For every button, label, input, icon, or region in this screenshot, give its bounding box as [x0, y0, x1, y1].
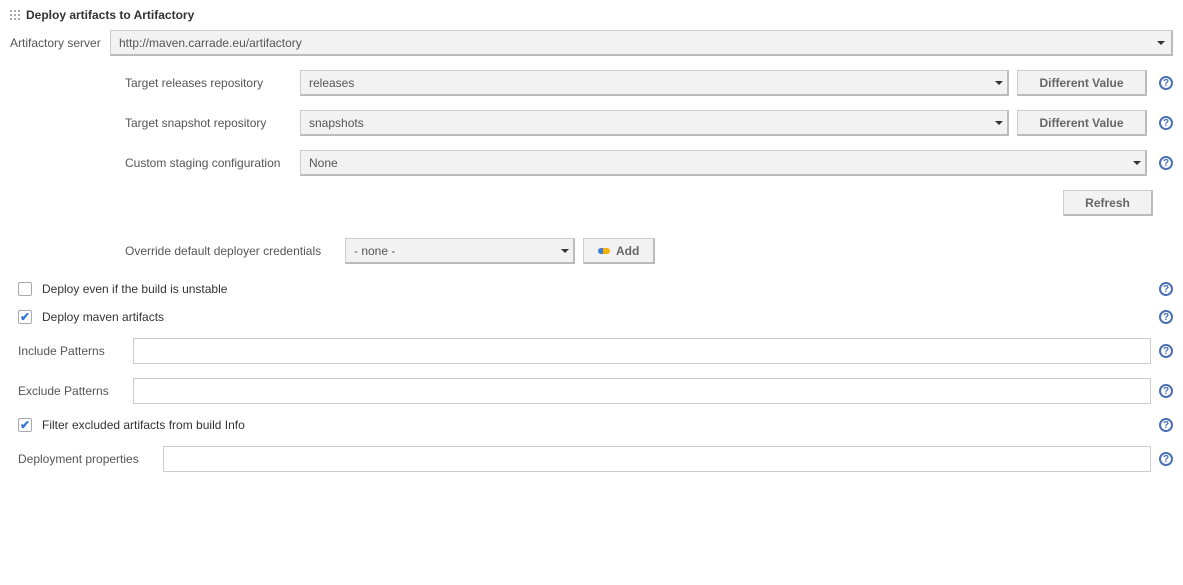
deploy-maven-checkbox[interactable]: [18, 310, 32, 324]
filter-excluded-checkbox[interactable]: [18, 418, 32, 432]
different-value-button-snapshot[interactable]: Different Value: [1017, 110, 1147, 136]
add-credentials-button[interactable]: Add: [583, 238, 655, 264]
help-icon[interactable]: ?: [1159, 418, 1173, 432]
deploy-maven-label: Deploy maven artifacts: [42, 310, 164, 324]
help-icon[interactable]: ?: [1159, 344, 1173, 358]
different-value-button-releases[interactable]: Different Value: [1017, 70, 1147, 96]
target-releases-select[interactable]: releases: [300, 70, 1009, 96]
artifactory-server-select[interactable]: http://maven.carrade.eu/artifactory: [110, 30, 1173, 56]
refresh-button[interactable]: Refresh: [1063, 190, 1153, 216]
section-title: Deploy artifacts to Artifactory: [26, 8, 194, 22]
label-deployment-properties: Deployment properties: [18, 452, 163, 466]
help-icon[interactable]: ?: [1159, 282, 1173, 296]
label-exclude-patterns: Exclude Patterns: [18, 384, 133, 398]
filter-excluded-label: Filter excluded artifacts from build Inf…: [42, 418, 245, 432]
label-target-snapshot: Target snapshot repository: [10, 116, 300, 130]
key-icon: [598, 248, 610, 254]
custom-staging-select[interactable]: None: [300, 150, 1147, 176]
section-header: Deploy artifacts to Artifactory: [10, 8, 1173, 22]
help-icon[interactable]: ?: [1159, 76, 1173, 90]
label-artifactory-server: Artifactory server: [10, 36, 110, 50]
include-patterns-input[interactable]: [133, 338, 1151, 364]
help-icon[interactable]: ?: [1159, 384, 1173, 398]
help-icon[interactable]: ?: [1159, 156, 1173, 170]
deployment-properties-input[interactable]: [163, 446, 1151, 472]
help-icon[interactable]: ?: [1159, 116, 1173, 130]
help-icon[interactable]: ?: [1159, 452, 1173, 466]
deploy-unstable-label: Deploy even if the build is unstable: [42, 282, 227, 296]
label-custom-staging: Custom staging configuration: [10, 156, 300, 170]
credentials-select[interactable]: - none -: [345, 238, 575, 264]
exclude-patterns-input[interactable]: [133, 378, 1151, 404]
label-include-patterns: Include Patterns: [18, 344, 133, 358]
target-snapshot-select[interactable]: snapshots: [300, 110, 1009, 136]
label-override-credentials: Override default deployer credentials: [10, 244, 345, 258]
help-icon[interactable]: ?: [1159, 310, 1173, 324]
drag-handle-icon[interactable]: [10, 10, 20, 20]
label-target-releases: Target releases repository: [10, 76, 300, 90]
deploy-unstable-checkbox[interactable]: [18, 282, 32, 296]
